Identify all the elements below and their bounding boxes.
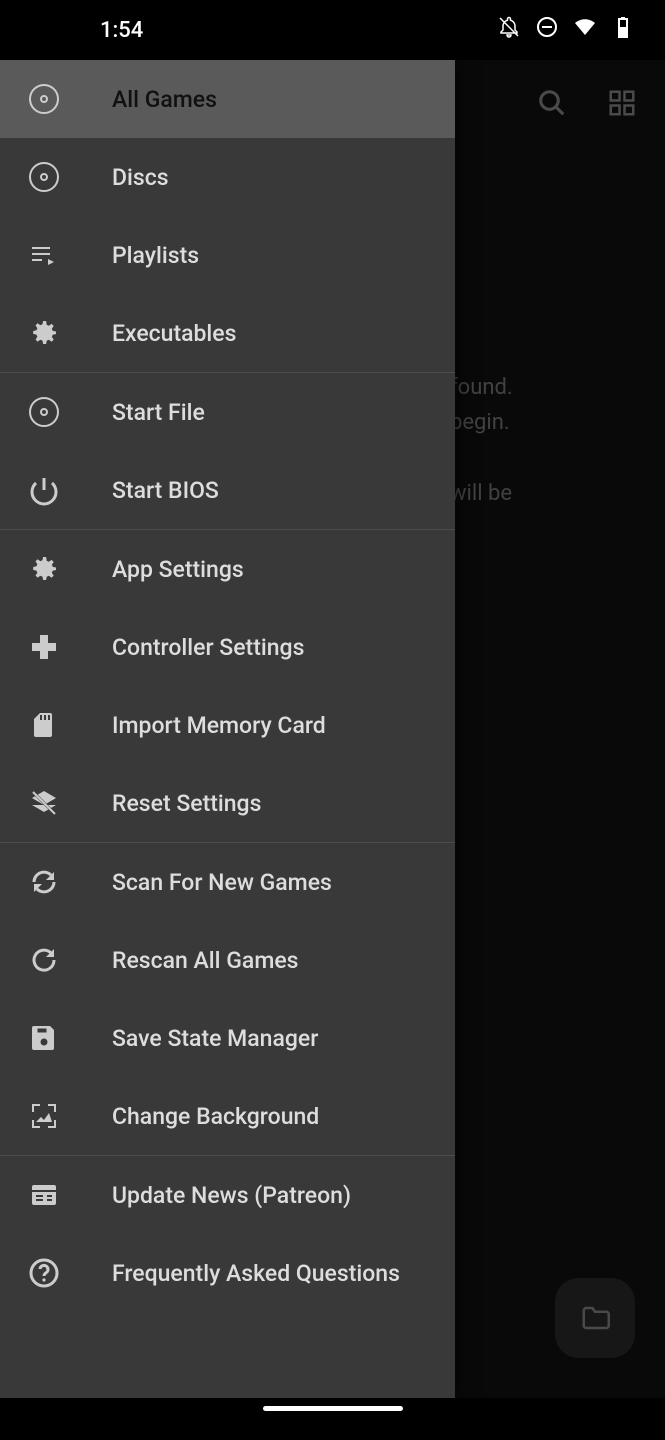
menu-item-controller-settings[interactable]: Controller Settings (0, 608, 455, 686)
wifi-icon (573, 15, 597, 45)
gear-icon (28, 317, 60, 349)
menu-item-discs[interactable]: Discs (0, 138, 455, 216)
menu-item-start-bios[interactable]: Start BIOS (0, 451, 455, 529)
help-icon (28, 1257, 60, 1289)
layers-off-icon (28, 787, 60, 819)
menu-item-label: Start BIOS (112, 477, 219, 504)
power-icon (28, 474, 60, 506)
disc-icon (28, 161, 60, 193)
notifications-off-icon (497, 15, 521, 45)
menu-item-label: Start File (112, 399, 205, 426)
menu-item-label: Scan For New Games (112, 869, 332, 896)
save-icon (28, 1022, 60, 1054)
playlist-icon (28, 239, 60, 271)
menu-item-start-file[interactable]: Start File (0, 373, 455, 451)
menu-item-reset-settings[interactable]: Reset Settings (0, 764, 455, 842)
menu-item-all-games[interactable]: All Games (0, 60, 455, 138)
dpad-icon (28, 631, 60, 663)
menu-item-save-state-manager[interactable]: Save State Manager (0, 999, 455, 1077)
menu-item-playlists[interactable]: Playlists (0, 216, 455, 294)
menu-item-scan-for-new-games[interactable]: Scan For New Games (0, 843, 455, 921)
disc-icon (28, 396, 60, 428)
gesture-handle[interactable] (263, 1406, 403, 1411)
wallpaper-icon (28, 1100, 60, 1132)
sdcard-icon (28, 709, 60, 741)
battery-icon (611, 15, 635, 45)
menu-item-label: App Settings (112, 556, 244, 583)
menu-item-label: Update News (Patreon) (112, 1182, 351, 1209)
refresh-icon (28, 944, 60, 976)
menu-item-update-news-patreon[interactable]: Update News (Patreon) (0, 1156, 455, 1234)
disc-icon (28, 83, 60, 115)
menu-item-label: Rescan All Games (112, 947, 299, 974)
menu-item-label: Import Memory Card (112, 712, 326, 739)
menu-item-label: Save State Manager (112, 1025, 318, 1052)
menu-item-rescan-all-games[interactable]: Rescan All Games (0, 921, 455, 999)
news-icon (28, 1179, 60, 1211)
menu-item-label: Frequently Asked Questions (112, 1260, 400, 1287)
menu-item-frequently-asked-questions[interactable]: Frequently Asked Questions (0, 1234, 455, 1312)
menu-item-app-settings[interactable]: App Settings (0, 530, 455, 608)
menu-item-label: Reset Settings (112, 790, 261, 817)
dnd-icon (535, 15, 559, 45)
menu-item-label: All Games (112, 86, 217, 113)
sync-icon (28, 866, 60, 898)
menu-item-change-background[interactable]: Change Background (0, 1077, 455, 1155)
status-icons (497, 15, 635, 45)
gear-icon (28, 553, 60, 585)
status-bar: 1:54 (0, 0, 665, 60)
status-time: 1:54 (100, 18, 143, 43)
menu-item-label: Controller Settings (112, 634, 304, 661)
menu-item-executables[interactable]: Executables (0, 294, 455, 372)
menu-item-import-memory-card[interactable]: Import Memory Card (0, 686, 455, 764)
menu-item-label: Playlists (112, 242, 199, 269)
menu-item-label: Change Background (112, 1103, 319, 1130)
navigation-drawer: All Games Discs Playlists Executables Start … (0, 60, 455, 1398)
menu-item-label: Discs (112, 164, 169, 191)
navigation-bar (0, 1398, 665, 1440)
menu-item-label: Executables (112, 320, 236, 347)
